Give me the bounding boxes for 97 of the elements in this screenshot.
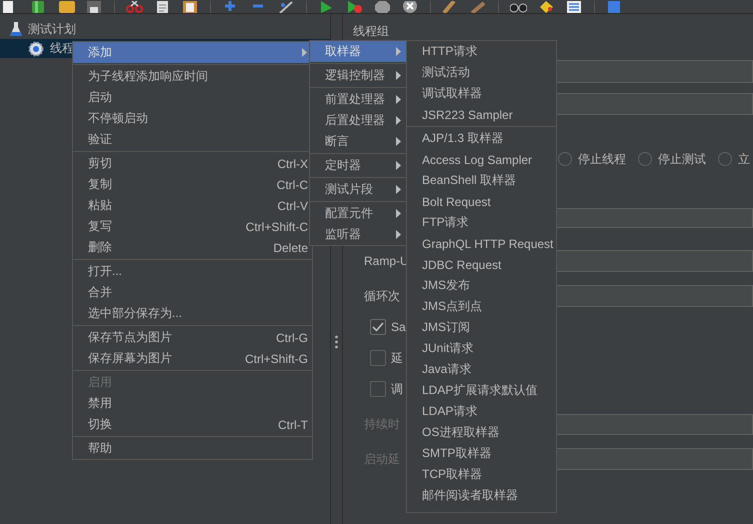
copy-icon[interactable] bbox=[154, 1, 171, 13]
radio-button[interactable] bbox=[558, 152, 572, 166]
stop-icon[interactable] bbox=[374, 1, 391, 13]
menu-item[interactable]: 邮件阅读者取样器 bbox=[407, 485, 556, 506]
menu-item[interactable]: HTTP请求 bbox=[407, 41, 556, 62]
radio-label: 立 bbox=[738, 150, 750, 168]
shortcut-label: Ctrl-T bbox=[278, 418, 308, 432]
menu-item[interactable]: 剪切 Ctrl-X bbox=[73, 153, 312, 174]
submenu-arrow-icon bbox=[302, 48, 307, 57]
shortcut-label: Ctrl-G bbox=[276, 330, 308, 344]
shortcut-label: Ctrl+Shift-C bbox=[246, 220, 308, 234]
shortcut-label: Ctrl+Shift-G bbox=[244, 352, 308, 366]
menu-item[interactable]: Java请求 bbox=[407, 359, 556, 380]
submenu-arrow-icon bbox=[396, 47, 401, 56]
checkbox[interactable] bbox=[370, 319, 386, 335]
menu-item[interactable]: JMS订阅 bbox=[407, 317, 556, 338]
menu-item[interactable]: 调试取样器 bbox=[407, 83, 556, 104]
gear-icon bbox=[28, 40, 44, 56]
shortcut-label: Ctrl-C bbox=[276, 178, 308, 192]
menu-item[interactable]: 测试片段 bbox=[310, 179, 406, 200]
menu-item[interactable]: 配置元件 bbox=[310, 203, 406, 224]
checkbox[interactable] bbox=[370, 381, 386, 397]
shortcut-label: Ctrl-X bbox=[277, 156, 308, 170]
submenu-arrow-icon bbox=[396, 230, 401, 239]
cancel-icon[interactable] bbox=[402, 1, 419, 13]
menu-item[interactable]: GraphQL HTTP Request bbox=[407, 233, 556, 254]
submenu-arrow-icon bbox=[396, 71, 401, 80]
menu-item[interactable]: OS进程取样器 bbox=[407, 422, 556, 443]
field-label: 循环次 bbox=[364, 288, 400, 302]
menu-item[interactable]: 选中部分保存为... bbox=[73, 303, 312, 324]
menu-item[interactable]: Bolt Request bbox=[407, 191, 556, 212]
menu-item[interactable]: JMS点到点 bbox=[407, 296, 556, 317]
menu-item[interactable]: 帮助 bbox=[73, 438, 312, 459]
panel-title: 线程组 bbox=[353, 23, 389, 39]
radio-button[interactable] bbox=[718, 152, 732, 166]
menu-item[interactable]: LDAP请求 bbox=[407, 401, 556, 422]
menu-item[interactable]: TCP取样器 bbox=[407, 464, 556, 485]
menu-item[interactable]: 粘贴 Ctrl-V bbox=[73, 195, 312, 216]
shortcut-label: Delete bbox=[273, 240, 308, 254]
menu-item[interactable]: 保存节点为图片 Ctrl-G bbox=[73, 327, 312, 348]
menu-item[interactable]: 不停顿启动 bbox=[73, 108, 312, 129]
paste-icon[interactable] bbox=[182, 1, 199, 13]
menu-item[interactable]: 验证 bbox=[73, 129, 312, 150]
save-icon[interactable] bbox=[86, 1, 103, 13]
menu-item[interactable]: 添加 bbox=[73, 42, 312, 63]
menu-item[interactable]: JSR223 Sampler bbox=[407, 104, 556, 125]
menu-item[interactable]: 禁用 bbox=[73, 393, 312, 414]
menu-item[interactable]: 断言 bbox=[310, 131, 406, 152]
menu-item[interactable]: 测试活动 bbox=[407, 62, 556, 83]
shortcut-label: Ctrl-V bbox=[277, 198, 308, 212]
menu-item[interactable]: AJP/1.3 取样器 bbox=[407, 128, 556, 149]
menu-item[interactable]: 前置处理器 bbox=[310, 89, 406, 110]
menu-item[interactable]: 启动 bbox=[73, 87, 312, 108]
menu-item[interactable]: Access Log Sampler bbox=[407, 149, 556, 170]
menu-item[interactable]: 复写 Ctrl+Shift-C bbox=[73, 216, 312, 237]
menu-item[interactable]: LDAP扩展请求默认值 bbox=[407, 380, 556, 401]
menu-item[interactable]: 保存屏幕为图片 Ctrl+Shift-G bbox=[73, 348, 312, 369]
tree-row[interactable]: 测试计划 bbox=[0, 20, 330, 39]
menu-item[interactable]: 定时器 bbox=[310, 155, 406, 176]
submenu-arrow-icon bbox=[396, 116, 401, 125]
menu-item[interactable]: 删除 Delete bbox=[73, 237, 312, 258]
menu-item[interactable]: BeanShell 取样器 bbox=[407, 170, 556, 191]
submenu-arrow-icon bbox=[396, 137, 401, 146]
scissors-icon[interactable] bbox=[126, 1, 143, 13]
menu-item[interactable]: 监听器 bbox=[310, 224, 406, 245]
menu-item[interactable]: 打开... bbox=[73, 261, 312, 282]
menu-item[interactable]: FTP请求 bbox=[407, 212, 556, 233]
radio-label: 停止测试 bbox=[658, 150, 706, 168]
flask-icon bbox=[10, 22, 22, 37]
radio-button[interactable] bbox=[638, 152, 652, 166]
menu-item[interactable]: SMTP取样器 bbox=[407, 443, 556, 464]
menu-item[interactable]: 逻辑控制器 bbox=[310, 65, 406, 86]
checkbox-label: Sa bbox=[391, 320, 406, 334]
menu-item[interactable]: JDBC Request bbox=[407, 254, 556, 275]
checkbox[interactable] bbox=[370, 350, 386, 366]
grip-icon[interactable] bbox=[335, 335, 338, 349]
menu-item[interactable]: 后置处理器 bbox=[310, 110, 406, 131]
folder-icon[interactable] bbox=[58, 1, 75, 13]
menu-item[interactable]: 为子线程添加响应时间 bbox=[73, 66, 312, 87]
menu-item[interactable]: JUnit请求 bbox=[407, 338, 556, 359]
checkbox-label: 延 bbox=[391, 350, 403, 366]
wand-icon[interactable] bbox=[278, 1, 295, 13]
menu-item[interactable]: 合并 bbox=[73, 282, 312, 303]
submenu-arrow-icon bbox=[396, 95, 401, 104]
submenu-arrow-icon bbox=[396, 209, 401, 218]
menu-item[interactable]: JMS发布 bbox=[407, 275, 556, 296]
menu-item[interactable]: 切换 Ctrl-T bbox=[73, 414, 312, 435]
submenu-arrow-icon bbox=[396, 185, 401, 194]
checkbox-label: 调 bbox=[391, 380, 403, 398]
menu-item[interactable]: 复制 Ctrl-C bbox=[73, 174, 312, 195]
radio-label: 停止线程 bbox=[578, 150, 626, 168]
tree-label: 测试计划 bbox=[28, 21, 76, 38]
list-icon[interactable] bbox=[566, 1, 583, 13]
menu-item[interactable]: 取样器 bbox=[310, 41, 406, 62]
binoculars-icon[interactable] bbox=[510, 1, 527, 13]
submenu-arrow-icon bbox=[396, 161, 401, 170]
book-icon[interactable] bbox=[30, 1, 47, 13]
